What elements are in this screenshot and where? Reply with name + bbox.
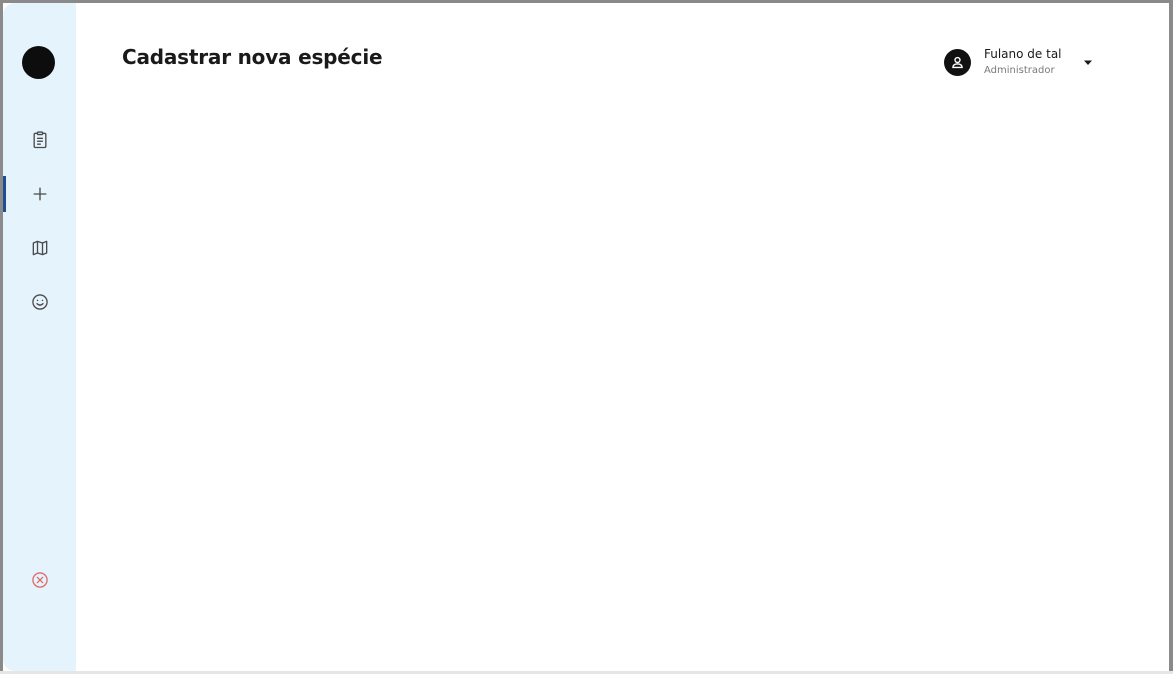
caret-down-icon (1084, 60, 1092, 65)
user-menu-toggle[interactable] (1083, 59, 1093, 67)
close-circle-icon (31, 572, 48, 588)
logo (22, 46, 55, 79)
avatar (944, 48, 971, 76)
sidebar-item-face[interactable] (3, 284, 76, 320)
user-icon (952, 56, 963, 68)
sidebar-item-add[interactable] (3, 176, 76, 212)
user-role: Administrador (984, 64, 1055, 76)
user-info: Fulano de tal Administrador (984, 47, 1062, 78)
smiley-icon (31, 294, 48, 310)
plus-icon (33, 187, 46, 201)
sidebar-item-documents[interactable] (3, 122, 76, 158)
page-title: Cadastrar nova espécie (122, 45, 383, 69)
map-icon (32, 240, 47, 256)
sidebar (3, 3, 76, 671)
sidebar-item-map[interactable] (3, 230, 76, 266)
clipboard-icon (33, 131, 46, 149)
user-menu[interactable]: Fulano de tal Administrador (944, 45, 1062, 79)
app-window: Cadastrar nova espécie Fulano de tal Adm… (3, 3, 1169, 671)
user-name: Fulano de tal (984, 46, 1062, 61)
exit-button[interactable] (3, 562, 76, 598)
